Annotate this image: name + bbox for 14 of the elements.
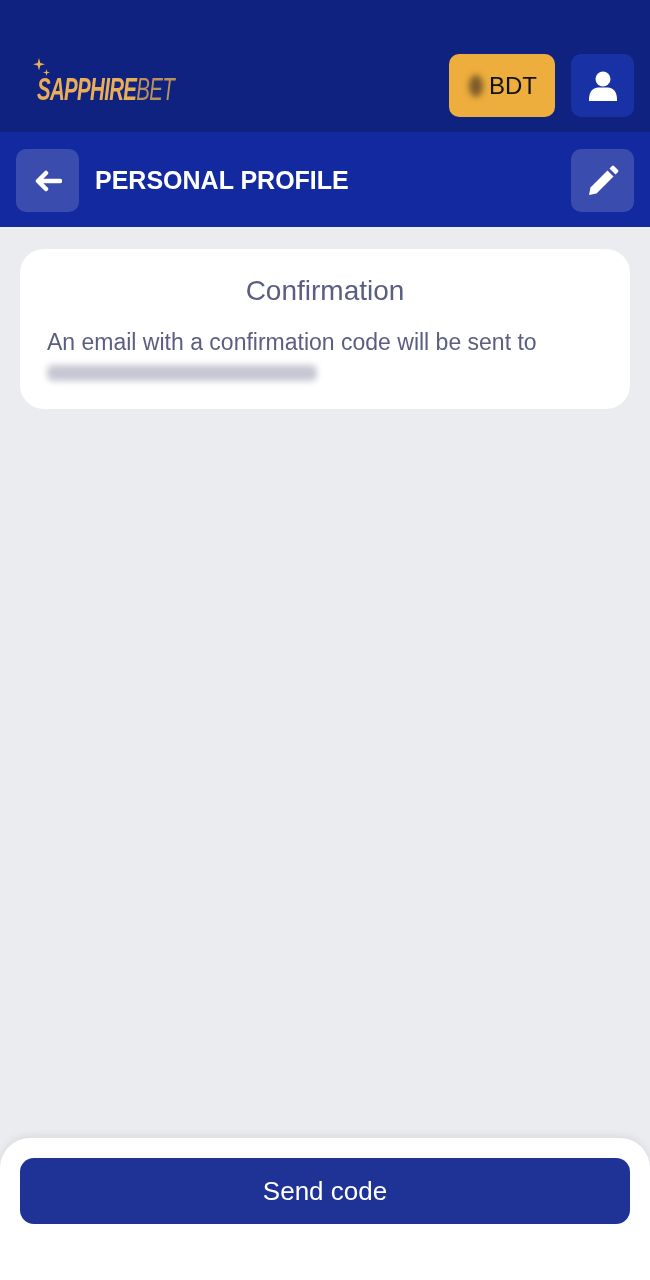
confirmation-message: An email with a confirmation code will be sent to [47,328,538,357]
profile-button[interactable] [571,54,634,117]
user-icon [588,70,617,101]
card-title: Confirmation [244,275,406,307]
back-arrow-icon [33,169,62,192]
send-code-button[interactable]: Send code [20,1158,630,1224]
pencil-icon [586,164,619,197]
logo-wordmark: SAPPHIREBET [37,74,175,105]
edit-button[interactable] [571,149,634,212]
page-title: PERSONAL PROFILE [95,166,350,195]
back-button[interactable] [16,149,79,212]
currency-button[interactable]: BDT [449,54,555,117]
blurred-amount-icon [469,74,483,97]
sparkle-icon [33,58,51,78]
